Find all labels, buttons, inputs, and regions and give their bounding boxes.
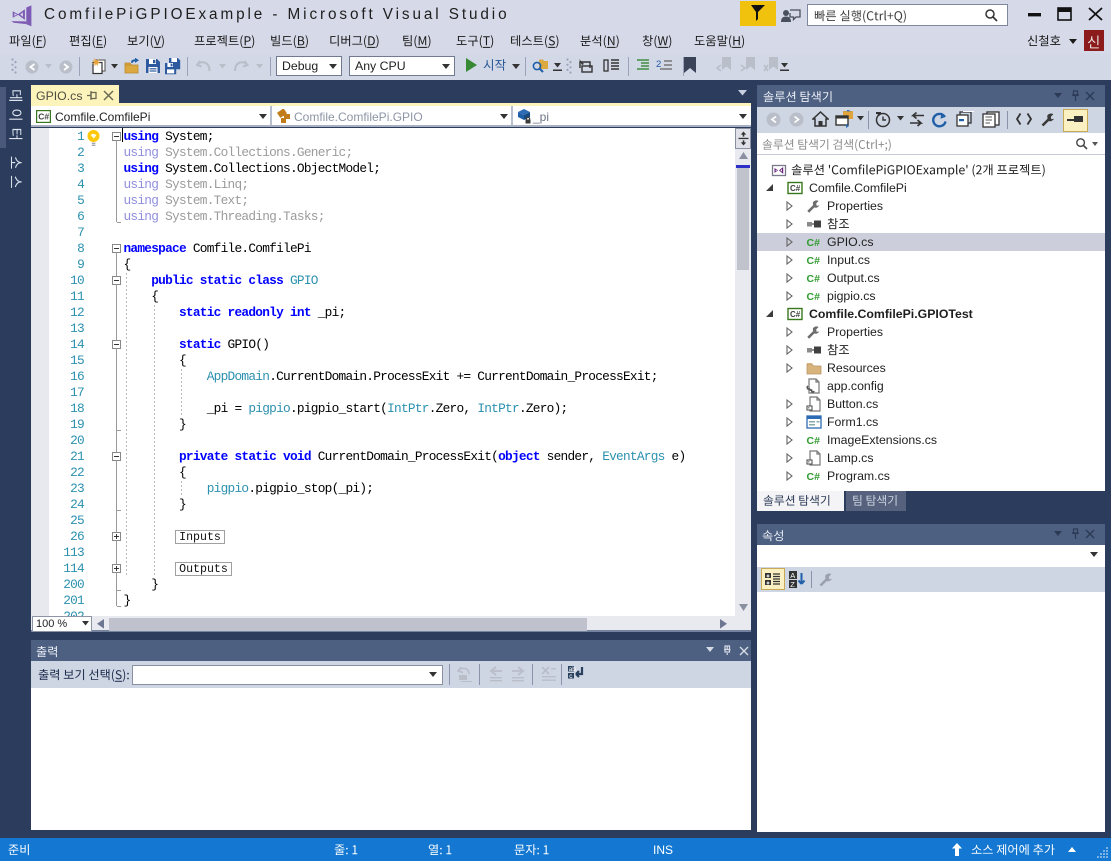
- svg-text:C#: C#: [790, 184, 801, 193]
- svg-text:Z: Z: [790, 580, 795, 588]
- svg-text:C#: C#: [807, 273, 821, 285]
- svg-text:C#: C#: [38, 112, 49, 122]
- svg-text:ab: ab: [569, 666, 577, 673]
- svg-text:C#: C#: [790, 310, 801, 319]
- svg-text:A: A: [790, 571, 795, 580]
- svg-text:C#: C#: [807, 291, 821, 303]
- svg-text:C#: C#: [807, 471, 821, 483]
- svg-text:C#: C#: [807, 255, 821, 267]
- svg-text:C#: C#: [807, 435, 821, 447]
- svg-text:C#: C#: [807, 237, 821, 249]
